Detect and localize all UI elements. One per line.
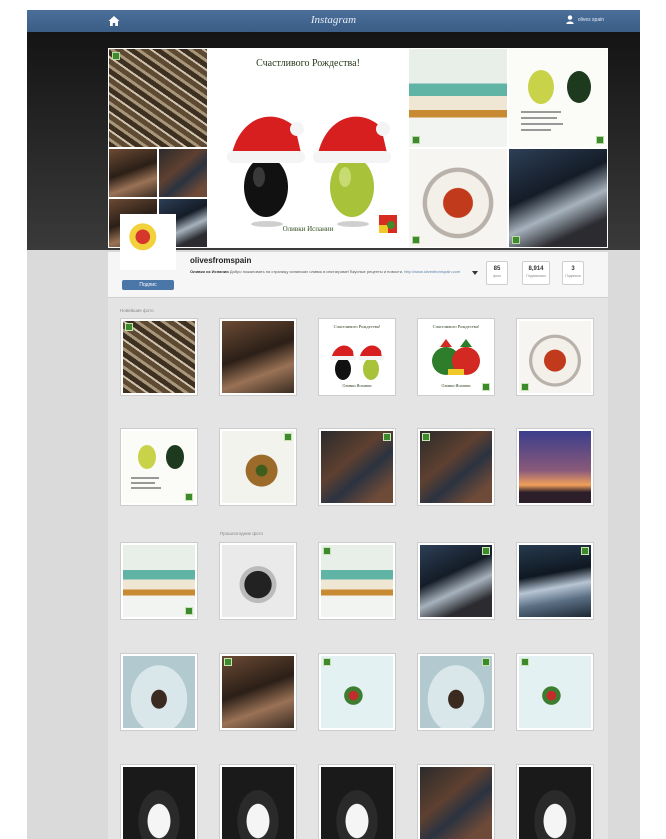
photo-thumbnail[interactable]	[219, 542, 297, 620]
badge-icon	[482, 658, 490, 666]
stat-label: Подписчики	[526, 274, 546, 278]
photo-thumbnail[interactable]	[516, 542, 594, 620]
badge-icon	[422, 433, 430, 441]
profile-username[interactable]: olivesfromspain	[190, 256, 251, 265]
follow-button[interactable]: Подпис	[122, 280, 174, 290]
photo-feed: Новейшие фото Прошлогодние фото Счастлив…	[108, 298, 608, 839]
stat-number: 8,914	[528, 266, 544, 272]
badge-icon	[482, 383, 490, 391]
card-caption: Оливки Испании	[342, 383, 372, 388]
photo-thumbnail[interactable]	[417, 428, 495, 506]
badge-icon	[224, 658, 232, 666]
user-icon	[566, 15, 574, 24]
badge-icon	[521, 383, 529, 391]
photo-thumbnail[interactable]	[219, 428, 297, 506]
photo-thumbnail[interactable]	[516, 653, 594, 731]
card-caption: Оливки Испании	[282, 225, 334, 233]
badge-icon	[596, 136, 604, 144]
chevron-down-icon[interactable]	[472, 271, 478, 275]
stat-label: фото	[492, 274, 502, 278]
photo-thumbnail[interactable]	[219, 653, 297, 731]
badge-icon	[412, 136, 420, 144]
badge-icon	[412, 236, 420, 244]
stat-number: 3	[571, 266, 575, 272]
badge-icon	[521, 658, 529, 666]
photo-thumbnail[interactable]	[417, 653, 495, 731]
bio-text: Добро пожаловать на страницу испанских о…	[229, 269, 404, 274]
user-menu[interactable]: olives spain	[566, 15, 604, 24]
badge-icon	[112, 52, 120, 60]
badge-icon	[512, 236, 520, 244]
photo-thumbnail[interactable]	[219, 764, 297, 839]
photo-thumbnail[interactable]	[318, 428, 396, 506]
badge-icon	[383, 433, 391, 441]
profile-header: Подпис olivesfromspain Оливки из Испании…	[108, 214, 608, 298]
cover-photo[interactable]	[108, 48, 208, 148]
photo-thumbnail[interactable]	[120, 764, 198, 839]
profile-bio: Оливки из Испании Добро пожаловать на ст…	[190, 269, 470, 275]
photo-thumbnail[interactable]	[417, 542, 495, 620]
photo-thumbnail[interactable]	[219, 318, 297, 396]
stat-followers[interactable]: 8,914 Подписчики	[522, 261, 550, 285]
photo-thumbnail[interactable]	[417, 764, 495, 839]
bio-name: Оливки из Испании	[190, 269, 229, 274]
section-label-last-year: Прошлогодние фото	[220, 531, 263, 536]
user-name: olives spain	[577, 16, 604, 23]
stat-label: Подписки	[565, 274, 581, 278]
badge-icon	[482, 547, 490, 555]
olives-icon	[521, 70, 591, 131]
section-label-recent: Новейшие фото	[120, 308, 154, 313]
cover-photo[interactable]	[108, 148, 158, 198]
photo-thumbnail[interactable]	[516, 428, 594, 506]
badge-icon	[185, 493, 193, 501]
photo-thumbnail[interactable]	[516, 764, 594, 839]
stat-following[interactable]: 3 Подписки	[562, 261, 584, 285]
stat-photos[interactable]: 85 фото	[486, 261, 508, 285]
photo-thumbnail[interactable]: Счастливого Рождества! Оливки Испании	[318, 318, 396, 396]
top-navigation-bar: Instagram olives spain	[27, 10, 640, 32]
photo-thumbnail[interactable]	[120, 428, 198, 506]
photo-thumbnail[interactable]	[120, 653, 198, 731]
cover-photo[interactable]	[158, 148, 208, 198]
cover-photo[interactable]	[508, 148, 608, 248]
stat-number: 85	[493, 266, 501, 272]
badge-icon	[323, 658, 331, 666]
photo-thumbnail[interactable]	[318, 542, 396, 620]
badge-icon	[323, 547, 331, 555]
cover-mosaic: Счастливого Рождества! Оливки Испании	[108, 48, 608, 248]
photo-thumbnail[interactable]	[120, 318, 198, 396]
photo-thumbnail[interactable]	[516, 318, 594, 396]
photo-thumbnail[interactable]	[318, 764, 396, 839]
badge-icon	[185, 607, 193, 615]
cover-photo[interactable]	[508, 48, 608, 148]
badge-icon	[284, 433, 292, 441]
christmas-card-photo[interactable]: Счастливого Рождества! Оливки Испании	[208, 48, 408, 248]
brand-logo[interactable]: Instagram	[27, 14, 640, 26]
badge-icon	[125, 323, 133, 331]
cover-photo[interactable]	[408, 148, 508, 248]
photo-thumbnail[interactable]	[318, 653, 396, 731]
badge-icon	[581, 547, 589, 555]
cover-photo[interactable]	[408, 48, 508, 148]
photo-thumbnail[interactable]: Счастливого Рождества! Оливки Испании	[417, 318, 495, 396]
avatar[interactable]	[120, 214, 176, 270]
photo-thumbnail[interactable]	[120, 542, 198, 620]
bio-link[interactable]: http://www.olivesfromspain.com	[404, 269, 460, 274]
olive-santa-icon	[227, 116, 397, 233]
